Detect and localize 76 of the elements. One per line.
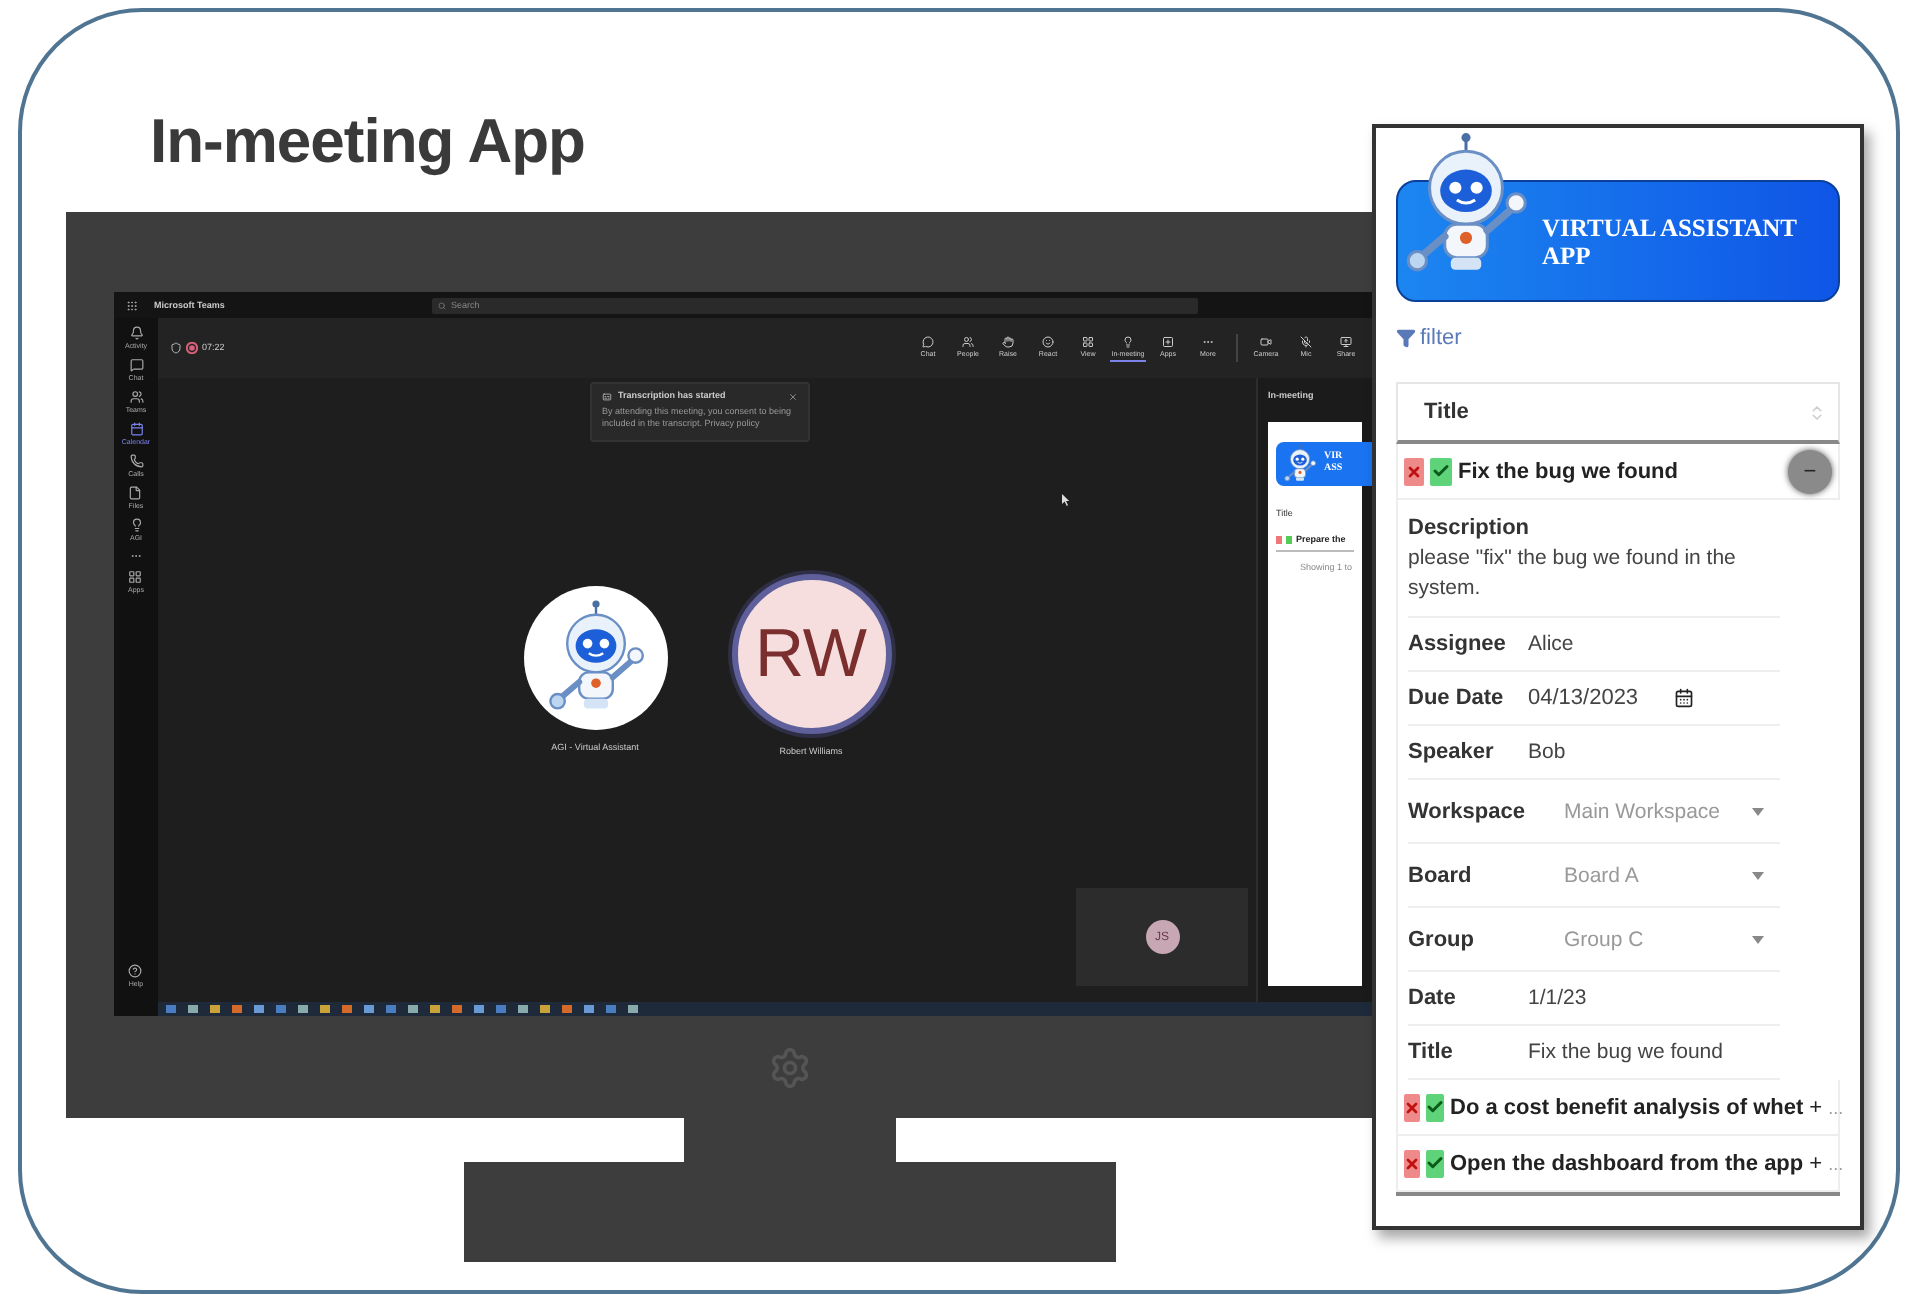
apps-icon — [128, 570, 143, 584]
shield-icon — [170, 342, 182, 354]
expand-toggle[interactable]: + — [1809, 1151, 1823, 1175]
check-icon — [1426, 1154, 1444, 1172]
more-indicator: ... — [1828, 1153, 1844, 1173]
caret-icon — [1752, 807, 1764, 815]
check-icon — [1426, 1098, 1444, 1116]
check-icon — [1432, 462, 1450, 480]
field-label: Group — [1408, 927, 1476, 951]
expand-toggle[interactable]: + — [1809, 1095, 1823, 1119]
slide-title: In-meeting App — [150, 104, 585, 180]
sort-icon — [1808, 403, 1826, 421]
date-field[interactable]: 04/13/2023 — [1528, 686, 1695, 710]
people-icon — [129, 390, 143, 404]
caret-icon — [1752, 935, 1764, 943]
check-icon[interactable] — [1286, 536, 1292, 544]
settings-icon — [768, 1045, 812, 1089]
complete-button[interactable] — [1430, 457, 1452, 485]
column-header[interactable]: Title — [1396, 382, 1840, 444]
lightbulb-icon — [129, 518, 143, 532]
expand-toggle[interactable]: − — [1788, 449, 1832, 493]
task-row[interactable]: Do a cost benefit analysis of whet + ... — [1396, 1080, 1840, 1136]
x-icon — [1404, 1099, 1420, 1115]
complete-button[interactable] — [1426, 1149, 1444, 1177]
file-icon — [128, 486, 143, 500]
caret-icon — [1752, 871, 1764, 879]
field-label: Board — [1408, 863, 1474, 887]
field-label: Workspace — [1408, 799, 1527, 823]
people-icon — [962, 335, 974, 347]
task-row[interactable]: Fix the bug we found − — [1396, 444, 1840, 500]
field-label: Date — [1408, 986, 1458, 1010]
mic-off-icon — [1300, 335, 1312, 347]
calendar-icon — [129, 422, 143, 436]
more-indicator: ... — [1828, 1097, 1844, 1117]
field-label: Assignee — [1408, 632, 1508, 656]
description-text: please "fix" the bug we found in the system. — [1408, 544, 1738, 604]
recording-icon — [186, 342, 198, 354]
field-value: 1/1/23 — [1528, 983, 1587, 1013]
captions-icon — [602, 391, 612, 401]
complete-button[interactable] — [1426, 1093, 1444, 1121]
delete-button[interactable] — [1404, 1149, 1420, 1177]
grid-icon — [1082, 335, 1094, 347]
delete-button[interactable] — [1404, 457, 1424, 485]
filter-link[interactable]: filter — [1396, 326, 1462, 350]
smiley-icon — [1042, 335, 1054, 347]
bell-icon — [129, 326, 143, 340]
field-label: Due Date — [1408, 686, 1506, 710]
field-label: Description — [1408, 516, 1532, 540]
chat-icon — [129, 358, 143, 372]
task-title: Open the dashboard from the app — [1450, 1151, 1804, 1175]
phone-icon — [129, 454, 143, 468]
field-label: Speaker — [1408, 740, 1496, 764]
share-icon — [1340, 335, 1352, 347]
chat-icon — [922, 335, 934, 347]
robot-drawing — [1280, 444, 1320, 484]
task-title: Fix the bug we found — [1458, 459, 1678, 483]
participant-avatar: RW — [731, 574, 891, 734]
x-icon — [1404, 1155, 1420, 1171]
field-value: Alice — [1528, 629, 1574, 659]
task-title: Do a cost benefit analysis of whet — [1450, 1095, 1804, 1119]
camera-icon — [1260, 335, 1272, 347]
help-icon — [128, 964, 143, 978]
cursor-icon — [1062, 494, 1070, 506]
field-value: Bob — [1528, 737, 1566, 767]
field-label: Title — [1408, 1040, 1455, 1064]
delete-button[interactable] — [1404, 1093, 1420, 1121]
hand-icon — [1002, 335, 1014, 347]
search-icon — [438, 301, 447, 309]
plus-icon — [1162, 335, 1174, 347]
filter-icon — [1396, 328, 1416, 348]
lightbulb-icon — [1122, 335, 1134, 347]
calendar-icon — [1674, 688, 1695, 708]
banner-text: VIRTUAL ASSISTANT APP — [1542, 213, 1799, 269]
x-icon — [1406, 463, 1422, 479]
field-value: Fix the bug we found — [1528, 1037, 1723, 1067]
task-row[interactable]: Open the dashboard from the app + ... — [1396, 1136, 1840, 1192]
